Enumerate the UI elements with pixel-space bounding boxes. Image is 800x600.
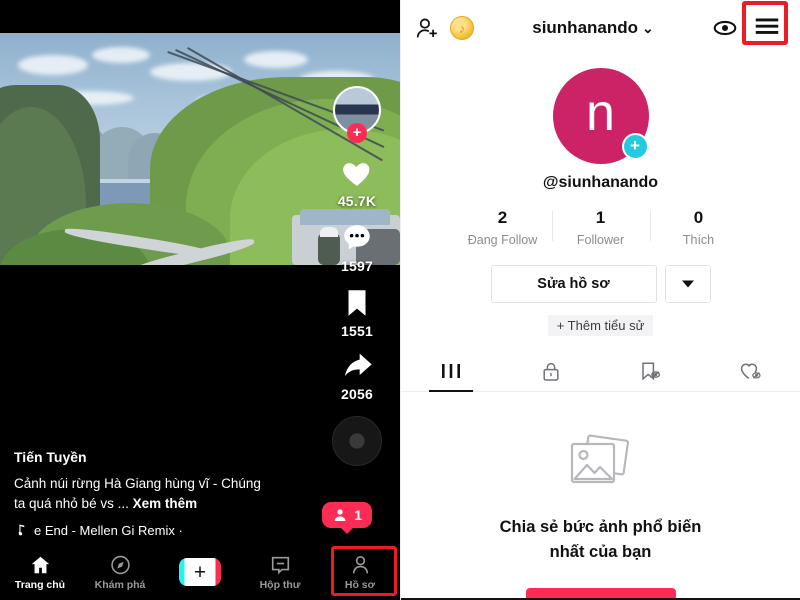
nav-label-home: Trang chủ [14, 578, 66, 591]
stat-likes-label: Thích [682, 233, 715, 247]
caret-down-icon [681, 280, 694, 288]
profile-action-buttons[interactable]: Sửa hồ sơ [401, 265, 800, 303]
caption-text: Cảnh núi rừng Hà Giang hùng vĩ - Chúng t… [14, 474, 264, 514]
home-icon [31, 556, 49, 573]
save-button[interactable]: 1551 [328, 286, 386, 339]
empty-state-line1: Chia sẻ bức ảnh phổ biến [499, 518, 702, 536]
stat-followers-value: 1 [595, 208, 606, 227]
caption-username[interactable]: Tiến Tuyền [14, 449, 264, 465]
person-icon [334, 509, 346, 521]
hamburger-menu-icon [755, 18, 779, 34]
music-note-icon [18, 524, 25, 536]
grid-icon [441, 364, 460, 378]
follow-tip-badge[interactable]: 1 [322, 502, 372, 528]
bookmark-icon [348, 290, 366, 316]
heart-icon [343, 163, 370, 186]
share-icon [345, 353, 372, 377]
plus-icon[interactable]: + [179, 558, 221, 586]
hamburger-menu-button[interactable] [742, 0, 788, 48]
nav-item-inbox[interactable]: Hộp thư [240, 544, 320, 600]
eye-icon[interactable] [712, 17, 738, 39]
empty-state-line2: nhất của bạn [549, 543, 652, 561]
save-count: 1551 [341, 323, 373, 339]
music-title: e End - Mellen Gi Remix · [34, 523, 183, 538]
follow-tip-count: 1 [354, 507, 362, 523]
coin-glyph: ♪ [458, 20, 466, 36]
comment-count: 1597 [341, 258, 373, 274]
add-person-icon[interactable] [415, 16, 440, 41]
stat-following-value: 2 [497, 208, 508, 227]
tab-liked[interactable] [700, 352, 800, 391]
empty-state-text: Chia sẻ bức ảnh phổ biến nhất của bạn [401, 515, 800, 565]
profile-pane[interactable]: ♪ siunhanando ⌄ n + @siunhanando 2 Đang … [400, 0, 800, 600]
inbox-icon [271, 556, 289, 574]
stat-followers-label: Follower [576, 233, 625, 247]
tiktok-feed-pane[interactable]: + 45.7K 1597 1551 2056 Tiến Tuyền Cảnh n… [0, 0, 400, 600]
cloud [244, 51, 308, 68]
empty-state: Chia sẻ bức ảnh phổ biến nhất của bạn [401, 432, 800, 565]
cloud [18, 55, 88, 75]
video-caption: Tiến Tuyền Cảnh núi rừng Hà Giang hùng v… [14, 449, 264, 538]
bottom-navigation[interactable]: Trang chủ Khám phá + Hộp thư Hồ sơ [0, 544, 400, 600]
chevron-down-icon: ⌄ [642, 19, 654, 36]
music-disc-icon[interactable] [332, 416, 382, 466]
stat-likes[interactable]: 0 Thích [649, 208, 748, 247]
nav-label-discover: Khám phá [94, 578, 146, 591]
stat-following-label: Đang Follow [467, 233, 538, 247]
coin-icon[interactable]: ♪ [450, 16, 474, 40]
author-avatar[interactable]: + [333, 86, 381, 143]
like-button[interactable]: 45.7K [328, 156, 386, 209]
tab-posts[interactable] [401, 352, 501, 391]
tab-saved[interactable] [601, 352, 701, 391]
profile-avatar[interactable]: n + [552, 68, 649, 164]
add-bio-button[interactable]: + Thêm tiểu sử [547, 315, 654, 336]
share-count: 2056 [341, 386, 373, 402]
stat-following[interactable]: 2 Đang Follow [454, 208, 552, 247]
tab-private[interactable] [501, 352, 601, 391]
nav-item-create[interactable]: + [160, 544, 240, 600]
stat-followers[interactable]: 1 Follower [551, 208, 650, 247]
comment-icon [344, 225, 370, 250]
profile-handle: @siunhanando [542, 174, 659, 191]
photo-stack-icon [570, 434, 629, 484]
heart-hidden-icon [740, 363, 761, 380]
profile-username: siunhanando [532, 18, 639, 37]
cloud [92, 47, 150, 63]
profile-username-dropdown[interactable]: siunhanando ⌄ [484, 18, 702, 38]
person-icon [352, 555, 368, 573]
nav-label-inbox: Hộp thư [259, 578, 301, 591]
nav-item-discover[interactable]: Khám phá [80, 544, 160, 600]
nav-item-profile[interactable]: Hồ sơ [320, 544, 400, 600]
profile-more-button[interactable] [664, 265, 711, 303]
nav-label-profile: Hồ sơ [344, 578, 376, 591]
share-button[interactable]: 2056 [328, 351, 386, 402]
video-action-rail[interactable]: + 45.7K 1597 1551 2056 [328, 86, 386, 466]
caption-music[interactable]: e End - Mellen Gi Remix · [14, 523, 264, 538]
bookmark-hidden-icon [642, 362, 661, 381]
profile-topbar[interactable]: ♪ siunhanando ⌄ [401, 0, 800, 56]
comment-button[interactable]: 1597 [328, 221, 386, 274]
compass-icon [110, 555, 130, 574]
edit-profile-button[interactable]: Sửa hồ sơ [490, 265, 657, 303]
profile-tabs[interactable] [401, 352, 800, 392]
like-count: 45.7K [337, 193, 377, 209]
lock-icon [543, 362, 559, 381]
avatar-add-badge[interactable]: + [621, 133, 649, 160]
nav-item-home[interactable]: Trang chủ [0, 544, 80, 600]
stat-likes-value: 0 [693, 208, 704, 227]
see-more-link[interactable]: Xem thêm [133, 496, 198, 511]
follow-plus-badge[interactable]: + [347, 123, 367, 143]
profile-stats: 2 Đang Follow 1 Follower 0 Thích [401, 208, 800, 247]
